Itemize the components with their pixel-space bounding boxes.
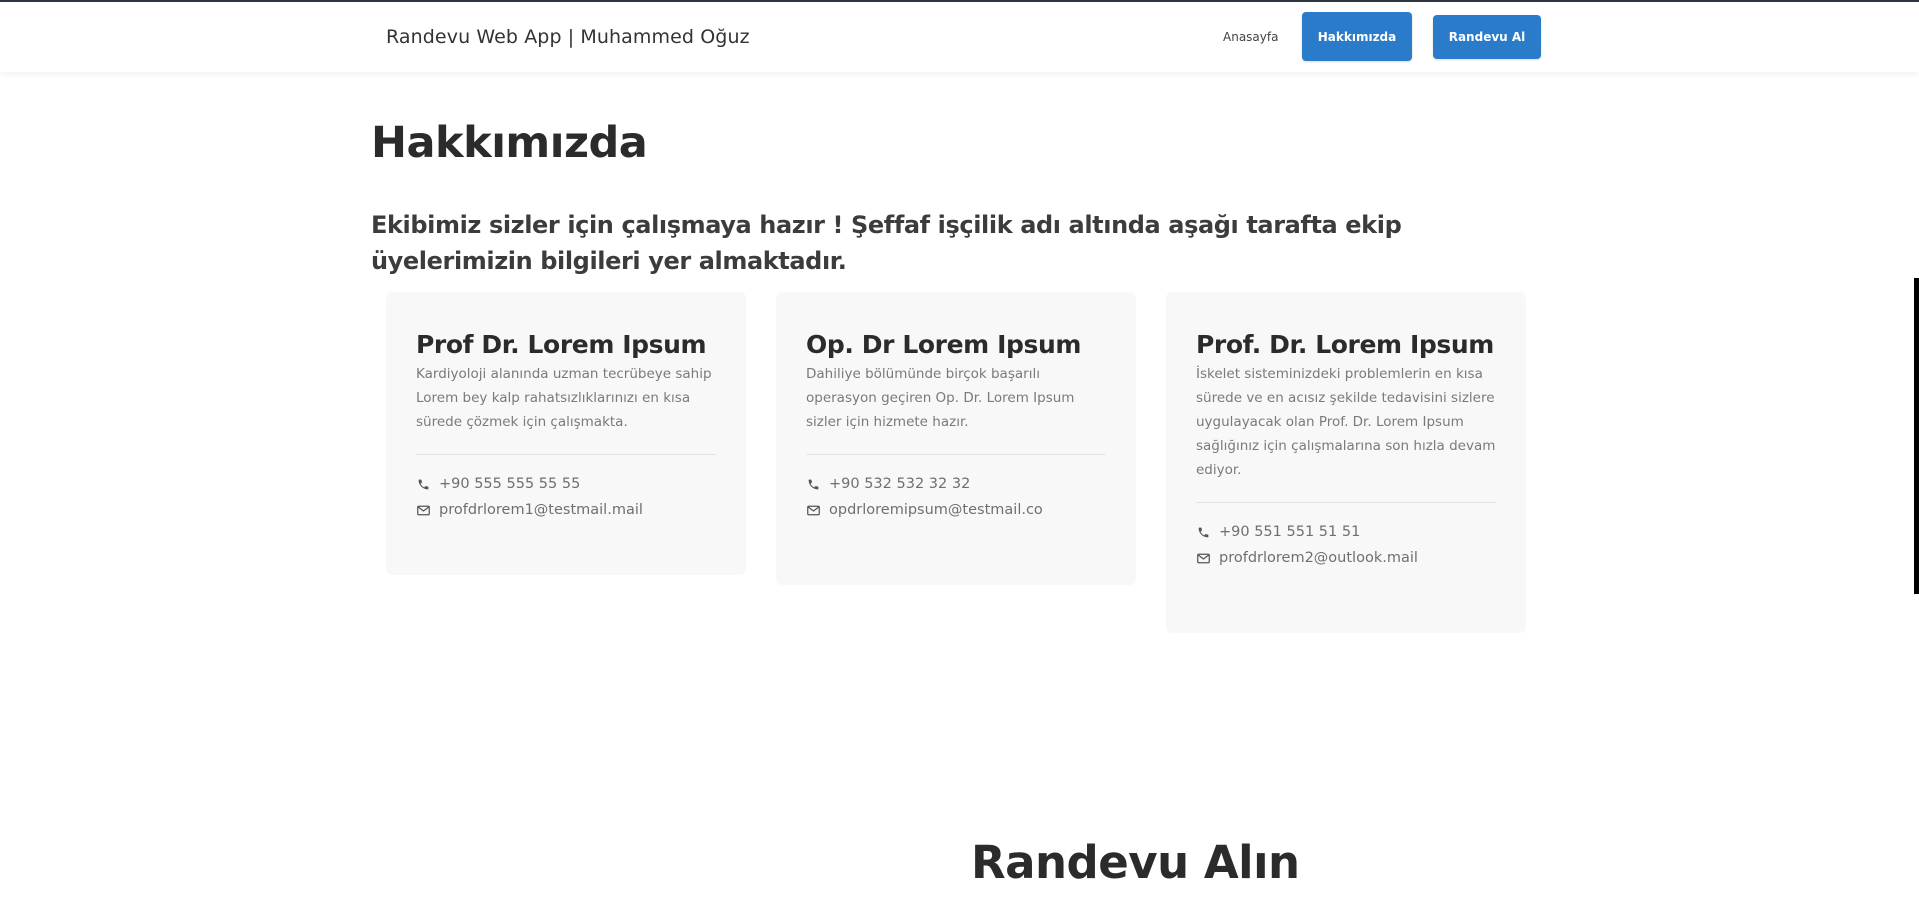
doctor-name: Prof. Dr. Lorem Ipsum: [1196, 330, 1494, 359]
nav-appointment-button[interactable]: Randevu Al: [1433, 15, 1541, 59]
doctor-name: Op. Dr Lorem Ipsum: [806, 330, 1082, 359]
scrollbar-indicator[interactable]: [1914, 278, 1919, 594]
nav-about-button[interactable]: Hakkımızda: [1302, 12, 1412, 61]
about-title: Hakkımızda: [371, 118, 648, 168]
nav-home-link[interactable]: Anasayfa: [1223, 30, 1278, 44]
navbar: Randevu Web App | Muhammed Oğuz Anasayfa…: [0, 2, 1919, 72]
about-intro: Ekibimiz sizler için çalışmaya hazır ! Ş…: [371, 211, 1402, 275]
doctor-email-row: profdrlorem2@outlook.mail: [1196, 545, 1496, 571]
doctor-email: profdrlorem2@outlook.mail: [1219, 550, 1418, 566]
doctor-phone-row: +90 555 555 55 55: [416, 471, 716, 497]
phone-icon: [416, 477, 430, 491]
doctor-phone: +90 532 532 32 32: [829, 476, 971, 492]
doctor-phone: +90 551 551 51 51: [1219, 524, 1361, 540]
doctor-description: İskelet sisteminizdeki problemlerin en k…: [1196, 366, 1496, 478]
envelope-icon: [806, 503, 820, 517]
doctor-card: Prof Dr. Lorem Ipsum Kardiyoloji alanınd…: [386, 292, 746, 575]
envelope-icon: [1196, 551, 1210, 565]
doctor-description: Dahiliye bölümünde birçok başarılı opera…: [806, 366, 1075, 430]
doctor-email: profdrlorem1@testmail.mail: [439, 502, 643, 518]
envelope-icon: [416, 503, 430, 517]
doctor-email-row: profdrlorem1@testmail.mail: [416, 497, 716, 523]
card-divider: [806, 454, 1106, 455]
doctor-description: Kardiyoloji alanında uzman tecrübeye sah…: [416, 366, 712, 430]
doctor-name: Prof Dr. Lorem Ipsum: [416, 330, 707, 359]
doctor-email: opdrloremipsum@testmail.co: [829, 502, 1043, 518]
card-divider: [1196, 502, 1496, 503]
card-divider: [416, 454, 716, 455]
appointment-title: Randevu Alın: [971, 836, 1300, 889]
doctor-phone-row: +90 551 551 51 51: [1196, 519, 1496, 545]
doctor-card: Op. Dr Lorem Ipsum Dahiliye bölümünde bi…: [776, 292, 1136, 585]
phone-icon: [1196, 525, 1210, 539]
doctor-phone-row: +90 532 532 32 32: [806, 471, 1106, 497]
doctor-card: Prof. Dr. Lorem Ipsum İskelet sisteminiz…: [1166, 292, 1526, 633]
phone-icon: [806, 477, 820, 491]
doctor-phone: +90 555 555 55 55: [439, 476, 581, 492]
doctor-email-row: opdrloremipsum@testmail.co: [806, 497, 1106, 523]
brand-link[interactable]: Randevu Web App | Muhammed Oğuz: [386, 26, 750, 48]
